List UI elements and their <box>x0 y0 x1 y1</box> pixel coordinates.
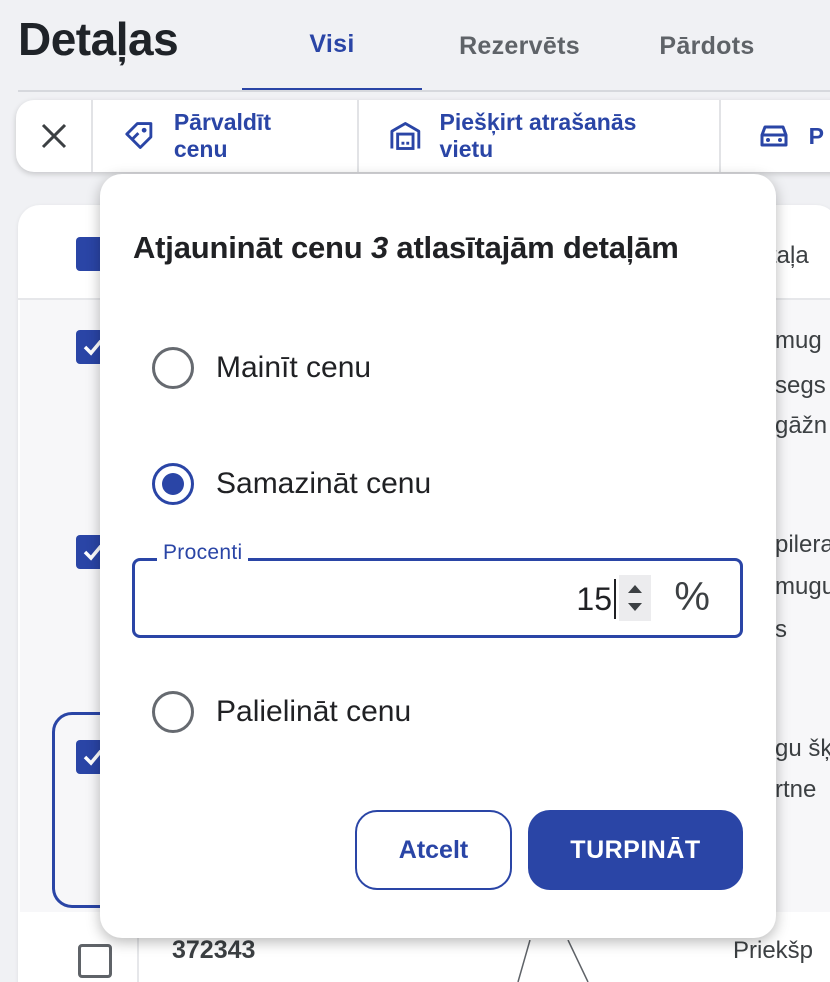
option-increase-price[interactable]: Palielināt cenu <box>152 691 411 733</box>
percent-value[interactable]: 15 <box>576 581 612 618</box>
selection-toolbar: Pārvaldīt cenu Piešķirt atrašanās vietu … <box>16 100 830 172</box>
radio-button[interactable] <box>152 347 194 389</box>
percent-input-field[interactable]: Procenti 15 % <box>132 541 743 638</box>
option-label: Samazināt cenu <box>216 467 432 500</box>
row-text: s <box>775 616 787 643</box>
option-label: Palielināt cenu <box>216 695 412 728</box>
manage-price-button[interactable]: Pārvaldīt cenu <box>93 100 359 172</box>
part-image-thumbnail <box>517 940 589 982</box>
dialog-title-suffix: atlasītajām detaļām <box>387 230 679 265</box>
radio-button[interactable] <box>152 691 194 733</box>
update-price-dialog: Atjaunināt cenu 3 atlasītajām detaļām Ma… <box>100 174 776 938</box>
dialog-title-prefix: Atjaunināt cenu <box>133 230 371 265</box>
part-code: 372343 <box>172 936 256 964</box>
row-checkbox[interactable] <box>78 944 112 978</box>
row-text: pilera <box>775 531 830 558</box>
row-text: mugu <box>775 573 830 600</box>
row-text: Priekšp <box>733 937 814 964</box>
option-change-price[interactable]: Mainīt cenu <box>152 347 371 389</box>
dialog-title: Atjaunināt cenu 3 atlasītajām detaļām <box>133 230 679 266</box>
tab-sold[interactable]: Pārdots <box>617 0 797 92</box>
text-caret <box>614 579 616 619</box>
row-text: gāžn <box>775 412 828 439</box>
car-icon <box>760 125 788 147</box>
percent-field-label: Procenti <box>157 541 249 565</box>
radio-button-selected[interactable] <box>152 463 194 505</box>
stepper-down-icon[interactable] <box>628 603 642 611</box>
percent-unit: % <box>674 575 710 619</box>
continue-button[interactable]: TURPINĀT <box>528 810 743 890</box>
option-decrease-price[interactable]: Samazināt cenu <box>152 463 431 505</box>
cancel-button[interactable]: Atcelt <box>355 810 512 890</box>
manage-price-label: Pārvaldīt cenu <box>173 109 271 162</box>
assign-location-button[interactable]: Piešķirt atrašanās vietu <box>359 100 721 172</box>
row-text: gu šķ <box>775 735 830 762</box>
garage-icon <box>390 122 421 150</box>
vehicle-action-label: P <box>808 122 824 149</box>
tab-bar: Visi Rezervēts Pārdots <box>242 0 797 92</box>
row-text: rtne <box>775 776 817 803</box>
tab-reserved[interactable]: Rezervēts <box>422 0 617 92</box>
stepper-up-icon[interactable] <box>628 585 642 593</box>
price-tag-icon <box>125 122 153 149</box>
option-label: Mainīt cenu <box>216 351 372 384</box>
dialog-title-count: 3 <box>370 230 388 265</box>
page: Detaļas Visi Rezervēts Pārdots taļa mug … <box>0 0 830 982</box>
vehicle-action-button[interactable]: P <box>721 100 830 172</box>
tab-all[interactable]: Visi <box>242 0 422 92</box>
row-text: segs <box>775 372 826 399</box>
row-text: mug <box>775 327 822 354</box>
number-stepper[interactable] <box>619 575 651 621</box>
assign-location-label: Piešķirt atrašanās vietu <box>439 109 637 162</box>
close-selection-button[interactable] <box>16 100 94 172</box>
close-icon <box>41 123 66 149</box>
page-title: Detaļas <box>18 13 179 65</box>
header-divider <box>18 90 830 92</box>
